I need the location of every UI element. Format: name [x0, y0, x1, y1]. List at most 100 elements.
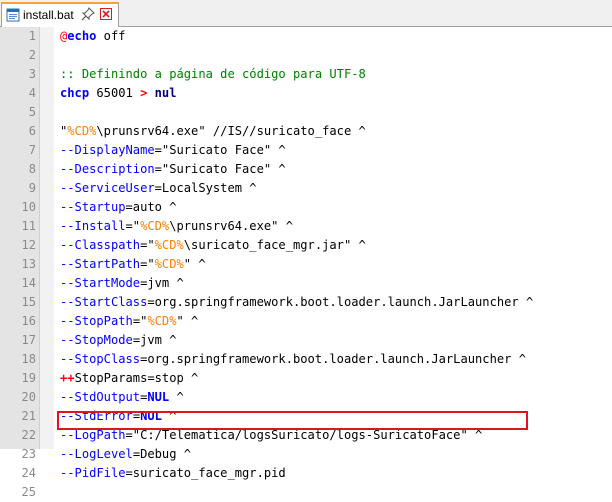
code-line[interactable]: 8 --Description="Suricato Face" ^: [0, 160, 612, 179]
code-text: --PidFile=suricato_face_mgr.pid: [60, 464, 286, 483]
code-line[interactable]: 5: [0, 103, 612, 122]
line-number: 14: [21, 276, 36, 290]
code-text: --Description="Suricato Face" ^: [60, 160, 286, 179]
code-token: =org.springframework.boot.loader.launch.…: [147, 295, 534, 309]
code-token: \prunsrv64.exe" ^: [169, 219, 293, 233]
line-number: 21: [21, 409, 36, 423]
close-icon[interactable]: [100, 8, 112, 20]
code-text: --StartPath="%CD%" ^: [60, 255, 206, 274]
line-number: 8: [28, 162, 36, 176]
code-text: --StopPath="%CD%" ^: [60, 312, 198, 331]
code-text: --Classpath="%CD%\suricato_face_mgr.jar"…: [60, 236, 366, 255]
tab-install-bat[interactable]: install.bat: [1, 2, 119, 27]
pin-icon[interactable]: [81, 7, 95, 21]
code-text: --StartClass=org.springframework.boot.lo…: [60, 293, 533, 312]
code-token: chcp: [60, 86, 90, 100]
code-token: --StartClass: [60, 295, 148, 309]
code-line[interactable]: 6 "%CD%\prunsrv64.exe" //IS//suricato_fac…: [0, 122, 612, 141]
code-token: ^: [169, 390, 184, 404]
line-number: 5: [28, 105, 36, 119]
code-line[interactable]: 15 --StartClass=org.springframework.boot.…: [0, 293, 612, 312]
code-line[interactable]: 11 --Install="%CD%\prunsrv64.exe" ^: [0, 217, 612, 236]
code-token: %CD%: [154, 238, 184, 252]
file-icon: [6, 8, 20, 22]
code-token: --StopPath: [60, 314, 133, 328]
line-number: 24: [21, 466, 36, 480]
code-token: --LogLevel: [60, 447, 133, 461]
line-number: 4: [28, 86, 36, 100]
line-number: 9: [28, 181, 36, 195]
line-number: 20: [21, 390, 36, 404]
code-token: =jvm ^: [140, 276, 184, 290]
code-token: :: Definindo a página de código para UTF…: [60, 67, 366, 81]
line-number: 12: [21, 238, 36, 252]
code-line[interactable]: 18 --StopClass=org.springframework.boot.l…: [0, 350, 612, 369]
code-text: --DisplayName="Suricato Face" ^: [60, 141, 286, 160]
code-token: %CD%: [140, 219, 170, 233]
code-editor[interactable]: 1 @echo off 2 3:: Definindo a página de cód…: [0, 27, 612, 499]
code-line[interactable]: 1 @echo off: [0, 27, 612, 46]
code-token: StopParams=stop ^: [74, 371, 199, 385]
code-token: nul: [154, 86, 177, 100]
code-line[interactable]: 19 ++StopParams=stop ^: [0, 369, 612, 388]
code-text: --StopClass=org.springframework.boot.loa…: [60, 350, 526, 369]
code-token: \suricato_face_mgr.jar" ^: [183, 238, 366, 252]
code-line[interactable]: 14 --StartMode=jvm ^: [0, 274, 612, 293]
code-token: \prunsrv64.exe" //IS//suricato_face ^: [96, 124, 366, 138]
code-token: --StopClass: [60, 352, 141, 366]
code-line[interactable]: 12 --Classpath="%CD%\suricato_face_mgr.ja…: [0, 236, 612, 255]
code-line[interactable]: 13 --StartPath="%CD%" ^: [0, 255, 612, 274]
line-number: 15: [21, 295, 36, 309]
code-line[interactable]: 7 --DisplayName="Suricato Face" ^: [0, 141, 612, 160]
code-line[interactable]: 4 chcp 65001 > nul: [0, 84, 612, 103]
code-line[interactable]: 23 --LogLevel=Debug ^: [0, 445, 612, 464]
code-token: %CD%: [147, 314, 177, 328]
code-line[interactable]: 10 --Startup=auto ^: [0, 198, 612, 217]
highlight-box-logpath: [57, 411, 528, 430]
code-token: ="Suricato Face" ^: [154, 143, 286, 157]
code-line[interactable]: 2: [0, 46, 612, 65]
code-text: --Install="%CD%\prunsrv64.exe" ^: [60, 217, 293, 236]
code-token: --StartPath: [60, 257, 141, 271]
code-token: " ^: [176, 314, 199, 328]
tab-filename: install.bat: [23, 8, 74, 22]
code-token: =suricato_face_mgr.pid: [125, 466, 286, 480]
code-text: --StartMode=jvm ^: [60, 274, 184, 293]
code-token: --Classpath: [60, 238, 141, 252]
code-token: --StdOutput: [60, 390, 141, 404]
code-text: --LogLevel=Debug ^: [60, 445, 191, 464]
line-number: 25: [21, 485, 36, 499]
code-token: ="C:/Telematica/logsSuricato/logs-Surica…: [125, 428, 483, 442]
code-token: =Debug ^: [132, 447, 192, 461]
code-line[interactable]: 9 --ServiceUser=LocalSystem ^: [0, 179, 612, 198]
code-token: %CD%: [154, 257, 184, 271]
code-line[interactable]: 17 --StopMode=jvm ^: [0, 331, 612, 350]
code-token: --LogPath: [60, 428, 126, 442]
code-token: --Description: [60, 162, 155, 176]
line-number: 7: [28, 143, 36, 157]
code-token: --DisplayName: [60, 143, 155, 157]
code-token: =": [140, 238, 155, 252]
code-line[interactable]: 16 --StopPath="%CD%" ^: [0, 312, 612, 331]
line-number: 10: [21, 200, 36, 214]
code-token: --PidFile: [60, 466, 126, 480]
code-token: --StopMode: [60, 333, 133, 347]
code-token: echo: [67, 29, 97, 43]
code-line[interactable]: 25: [0, 483, 612, 502]
line-number: 18: [21, 352, 36, 366]
code-line[interactable]: 20 --StdOutput=NUL ^: [0, 388, 612, 407]
code-line[interactable]: 24 --PidFile=suricato_face_mgr.pid: [0, 464, 612, 483]
line-number: 2: [28, 48, 36, 62]
code-text: ++StopParams=stop ^: [60, 369, 198, 388]
code-text: --ServiceUser=LocalSystem ^: [60, 179, 257, 198]
code-text: "%CD%\prunsrv64.exe" //IS//suricato_face…: [60, 122, 366, 141]
code-text: @echo off: [60, 27, 126, 46]
line-number: 23: [21, 447, 36, 461]
line-number: 22: [21, 428, 36, 442]
code-line[interactable]: 3:: Definindo a página de código para UT…: [0, 65, 612, 84]
line-number: 11: [21, 219, 36, 233]
code-text: --StopMode=jvm ^: [60, 331, 177, 350]
code-token: NUL: [147, 390, 170, 404]
code-token: --Install: [60, 219, 126, 233]
